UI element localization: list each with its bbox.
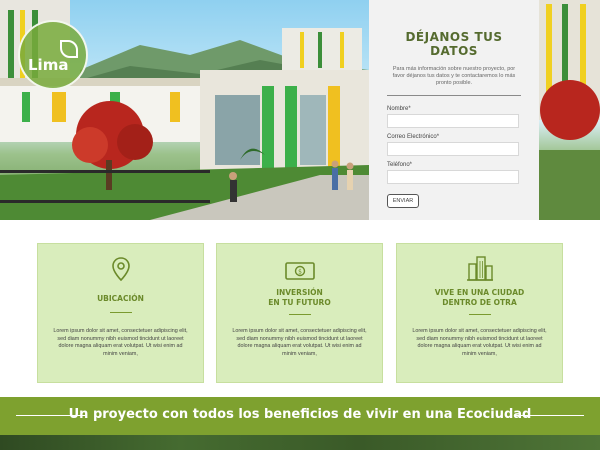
card-divider [288,314,311,315]
email-label: Correo Electrónico* [387,134,440,140]
lima-logo[interactable]: Lima [18,20,88,90]
card-title-line-2: DENTRO DE OTRA [442,298,517,307]
card-body: Lorem ipsum dolor sit amet, consectetuer… [53,328,188,357]
feature-card-investment: $ INVERSIÓN EN TU FUTURO Lorem ipsum dol… [216,243,383,383]
phone-field[interactable] [387,170,519,184]
card-divider [109,312,132,313]
email-field[interactable] [387,142,519,156]
card-title: UBICACIÓN [97,294,144,303]
card-title-line-1: VIVE EN UNA CIUDAD [434,288,525,297]
card-title-line-1: INVERSIÓN [276,288,323,297]
name-label: Nombre* [387,106,411,112]
card-title-line-2: EN TU FUTURO [268,298,331,307]
feature-card-city: VIVE EN UNA CIUDAD DENTRO DE OTRA Lorem … [396,243,563,383]
form-description: Para más información sobre nuestro proye… [392,66,516,86]
feature-card-location: UBICACIÓN Lorem ipsum dolor sit amet, co… [37,243,204,383]
card-divider [468,314,491,315]
location-pin-icon [111,257,130,282]
money-bill-icon: $ [284,262,315,280]
phone-label: Teléfono* [387,162,413,168]
ecociudad-banner: Un proyecto con todos los beneficios de … [0,397,600,435]
card-body: Lorem ipsum dolor sit amet, consectetuer… [232,328,367,357]
card-body: Lorem ipsum dolor sit amet, consectetuer… [412,328,547,357]
logo-text: Lima [28,56,69,74]
hero-banner: Lima DÉJANOS TUS DATOS Para más informac… [0,0,600,220]
contact-form: DÉJANOS TUS DATOS Para más información s… [369,0,539,220]
buildings-icon [466,256,493,281]
send-button[interactable]: ENVIAR [387,194,419,208]
form-divider [387,95,521,96]
name-field[interactable] [387,114,519,128]
footer-image-strip [0,435,600,450]
banner-text: Un proyecto con todos los beneficios de … [68,407,532,422]
svg-text:$: $ [298,269,302,276]
form-title: DÉJANOS TUS DATOS [405,30,503,58]
